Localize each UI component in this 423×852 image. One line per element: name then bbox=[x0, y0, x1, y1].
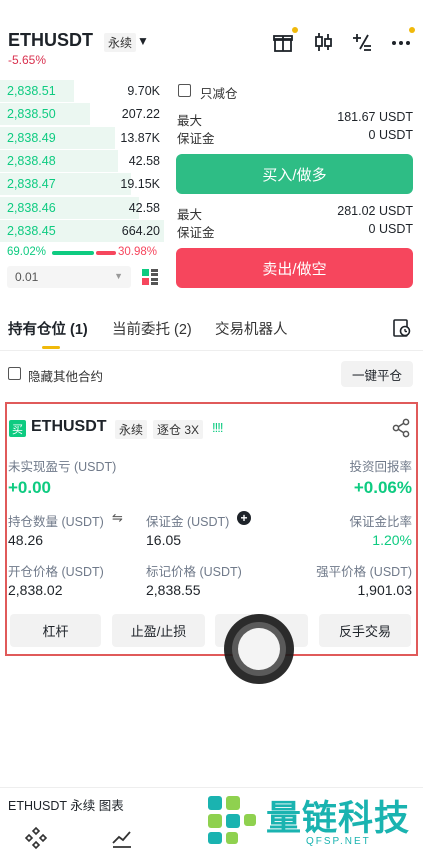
bid-price: 2,838.49 bbox=[7, 130, 56, 145]
assistive-touch-core bbox=[238, 628, 280, 670]
position-type-tag: 永续 bbox=[115, 420, 148, 439]
position-size-label: 持仓数量 (USDT) bbox=[8, 515, 104, 529]
sell-max-value: 281.02 USDT bbox=[337, 204, 413, 218]
position-margin-value: 16.05 bbox=[146, 532, 182, 548]
side-badge: 买 bbox=[9, 420, 26, 437]
bid-quantity: 13.87K bbox=[120, 130, 160, 145]
bid-price: 2,838.48 bbox=[7, 153, 56, 168]
bid-price: 2,838.46 bbox=[7, 200, 56, 215]
sell-ratio: 30.98% bbox=[118, 246, 158, 258]
order-book-row[interactable]: 2,838.50 207.22 bbox=[0, 103, 164, 126]
mark-price-value: 2,838.55 bbox=[146, 582, 201, 598]
precision-select[interactable]: 0.01 ▼ bbox=[7, 266, 131, 288]
calculator-icon[interactable] bbox=[350, 30, 374, 54]
buy-ratio-bar bbox=[52, 251, 94, 255]
tabs-divider bbox=[0, 350, 423, 351]
sell-margin-value: 0 USDT bbox=[368, 222, 413, 236]
bid-price: 2,838.51 bbox=[7, 84, 56, 98]
watermark-logo-icon bbox=[204, 792, 260, 852]
chart-toggle-label[interactable]: ETHUSDT 永续 图表 bbox=[8, 795, 124, 814]
contract-type-tag: 永续 bbox=[104, 33, 137, 52]
candlestick-icon[interactable] bbox=[311, 30, 335, 54]
margin-mode-tag[interactable]: 逐仓 3X bbox=[153, 420, 204, 439]
watermark-text: 量链科技 bbox=[266, 799, 411, 838]
hide-other-contracts-checkbox[interactable] bbox=[8, 367, 21, 380]
chevron-down-icon: ▼ bbox=[114, 271, 123, 281]
tab-trading-bots[interactable]: 交易机器人 bbox=[215, 318, 288, 339]
tp-sl-button[interactable]: 止盈/止损 bbox=[112, 614, 205, 647]
margin-ratio-value: 1.20% bbox=[372, 532, 412, 548]
reduce-only-checkbox[interactable] bbox=[178, 84, 191, 97]
order-book-row[interactable]: 2,838.51 9.70K bbox=[0, 80, 164, 102]
book-layout-icon[interactable] bbox=[141, 268, 159, 286]
roe-label: 投资回报率 bbox=[349, 460, 412, 474]
order-book-row[interactable]: 2,838.45 664.20 bbox=[0, 219, 164, 242]
reduce-only-label: 只减仓 bbox=[200, 87, 238, 101]
sell-ratio-bar bbox=[96, 251, 116, 255]
footer-divider bbox=[0, 787, 423, 788]
bid-quantity: 42.58 bbox=[128, 153, 160, 168]
watermark-subtext: QFSP.NET bbox=[306, 836, 371, 847]
position-symbol[interactable]: ETHUSDT bbox=[31, 418, 107, 436]
symbol-title[interactable]: ETHUSDT bbox=[8, 30, 93, 51]
share-icon[interactable] bbox=[391, 418, 411, 438]
bid-price: 2,838.45 bbox=[7, 223, 56, 238]
margin-ratio-label: 保证金比率 bbox=[349, 515, 412, 529]
liq-price-label: 强平价格 (USDT) bbox=[316, 565, 412, 579]
order-book-row[interactable]: 2,838.46 42.58 bbox=[0, 196, 164, 219]
order-book-row[interactable]: 2,838.47 19.15K bbox=[0, 173, 164, 196]
buy-margin-value: 0 USDT bbox=[368, 128, 413, 142]
price-change: -5.65% bbox=[8, 53, 47, 67]
tab-open-orders[interactable]: 当前委托 (2) bbox=[112, 318, 192, 339]
sell-margin-label: 保证金 bbox=[177, 226, 215, 240]
gift-icon[interactable] bbox=[271, 27, 298, 54]
home-icon[interactable] bbox=[24, 826, 48, 850]
order-history-icon[interactable] bbox=[392, 318, 412, 338]
reverse-trade-button[interactable]: 反手交易 bbox=[319, 614, 411, 647]
precision-value: 0.01 bbox=[15, 270, 39, 284]
bid-price: 2,838.47 bbox=[7, 177, 56, 192]
unrealized-pnl-label: 未实现盈亏 (USDT) bbox=[8, 460, 117, 474]
buy-ratio: 69.02% bbox=[7, 246, 47, 258]
add-margin-icon[interactable]: + bbox=[237, 511, 251, 525]
bid-quantity: 19.15K bbox=[120, 177, 160, 192]
order-book-row[interactable]: 2,838.48 42.58 bbox=[0, 149, 164, 172]
buy-long-button[interactable]: 买入/做多 bbox=[176, 154, 413, 194]
adl-indicator: !!!! bbox=[212, 420, 223, 435]
unrealized-pnl-value: +0.00 bbox=[8, 478, 52, 497]
liq-price-value: 1,901.03 bbox=[357, 582, 413, 598]
markets-icon[interactable] bbox=[110, 826, 134, 850]
tab-positions[interactable]: 持有仓位 (1) bbox=[8, 318, 88, 339]
bid-quantity: 9.70K bbox=[127, 84, 160, 98]
hide-other-contracts-label: 隐藏其他合约 bbox=[28, 370, 104, 384]
entry-price-value: 2,838.02 bbox=[8, 582, 63, 598]
bid-quantity: 664.20 bbox=[121, 223, 160, 238]
leverage-button[interactable]: 杠杆 bbox=[10, 614, 101, 647]
active-tab-underline bbox=[42, 346, 60, 349]
position-margin-label: 保证金 (USDT) bbox=[146, 515, 230, 529]
buy-max-label: 最大 bbox=[177, 114, 203, 128]
bid-quantity: 207.22 bbox=[121, 107, 160, 122]
order-book-row[interactable]: 2,838.49 13.87K bbox=[0, 126, 164, 149]
close-all-button[interactable]: 一键平仓 bbox=[341, 361, 413, 387]
symbol-dropdown-icon[interactable]: ▼ bbox=[137, 34, 149, 48]
entry-price-label: 开仓价格 (USDT) bbox=[8, 565, 104, 579]
position-size-value: 48.26 bbox=[8, 532, 44, 548]
roe-value: +0.06% bbox=[353, 478, 412, 497]
bid-price: 2,838.50 bbox=[7, 107, 56, 122]
bid-quantity: 42.58 bbox=[128, 200, 160, 215]
mark-price-label: 标记价格 (USDT) bbox=[146, 565, 242, 579]
buy-margin-label: 保证金 bbox=[177, 132, 215, 146]
swap-units-icon[interactable]: ⇋ bbox=[112, 510, 123, 526]
more-icon[interactable] bbox=[389, 27, 415, 54]
buy-max-value: 181.67 USDT bbox=[337, 110, 413, 124]
sell-short-button[interactable]: 卖出/做空 bbox=[176, 248, 413, 288]
sell-max-label: 最大 bbox=[177, 208, 203, 222]
